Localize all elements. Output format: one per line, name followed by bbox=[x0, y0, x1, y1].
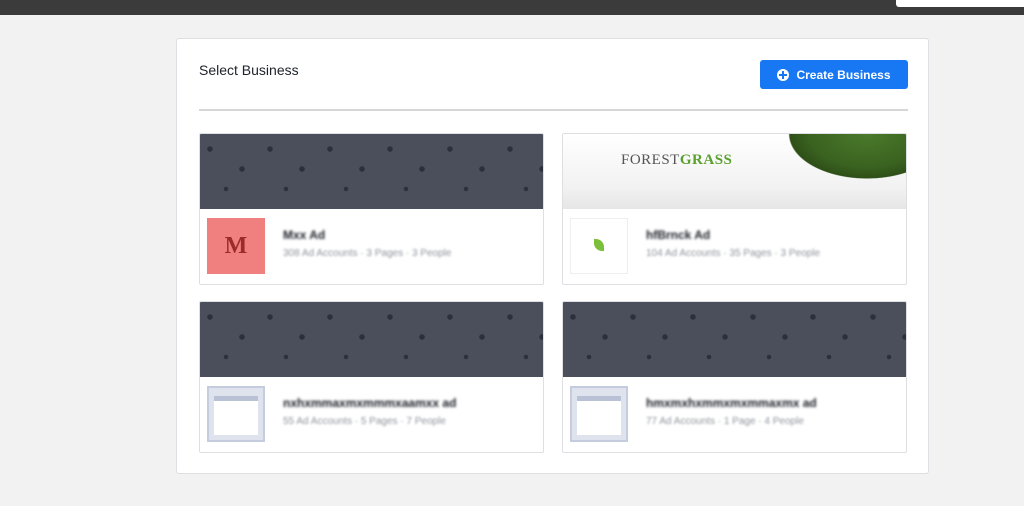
select-business-panel: Select Business Create Business M Mxx Ad… bbox=[176, 38, 929, 474]
business-card[interactable]: FORESTGRASS hfBrnck Ad 104 Ad Accounts ·… bbox=[562, 133, 907, 285]
business-card[interactable]: hmxmxhxmmxmxmmaxmx ad 77 Ad Accounts · 1… bbox=[562, 301, 907, 453]
panel-title: Select Business bbox=[199, 62, 299, 78]
business-name: hmxmxhxmmxmxmmaxmx ad bbox=[646, 396, 817, 410]
business-avatar: M bbox=[207, 218, 265, 274]
business-card[interactable]: nxhxmmaxmxmmmxaamxx ad 55 Ad Accounts · … bbox=[199, 301, 544, 453]
top-navigation-bar bbox=[0, 0, 1024, 15]
business-name: Mxx Ad bbox=[283, 228, 326, 242]
business-cover: FORESTGRASS bbox=[563, 134, 906, 209]
create-business-label: Create Business bbox=[796, 67, 891, 82]
business-meta: 308 Ad Accounts · 3 Pages · 3 People bbox=[283, 248, 452, 259]
cover-brand-logo: FORESTGRASS bbox=[621, 152, 733, 168]
create-business-button[interactable]: Create Business bbox=[760, 60, 908, 89]
business-card[interactable]: M Mxx Ad 308 Ad Accounts · 3 Pages · 3 P… bbox=[199, 133, 544, 285]
business-name: hfBrnck Ad bbox=[646, 228, 711, 242]
business-avatar-logo bbox=[570, 218, 628, 274]
business-cover bbox=[200, 302, 543, 377]
business-name: nxhxmmaxmxmmmxaamxx ad bbox=[283, 396, 457, 410]
divider bbox=[199, 109, 908, 111]
leaf-icon bbox=[594, 239, 604, 251]
business-cover bbox=[563, 302, 906, 377]
business-avatar-placeholder bbox=[570, 386, 628, 442]
plus-circle-icon bbox=[777, 68, 790, 81]
business-meta: 104 Ad Accounts · 35 Pages · 3 People bbox=[646, 248, 821, 259]
business-avatar-placeholder bbox=[207, 386, 265, 442]
business-meta: 77 Ad Accounts · 1 Page · 4 People bbox=[646, 416, 804, 427]
business-meta: 55 Ad Accounts · 5 Pages · 7 People bbox=[283, 416, 446, 427]
grass-image bbox=[776, 134, 906, 186]
top-search-box[interactable] bbox=[896, 0, 1024, 7]
business-cover bbox=[200, 134, 543, 209]
